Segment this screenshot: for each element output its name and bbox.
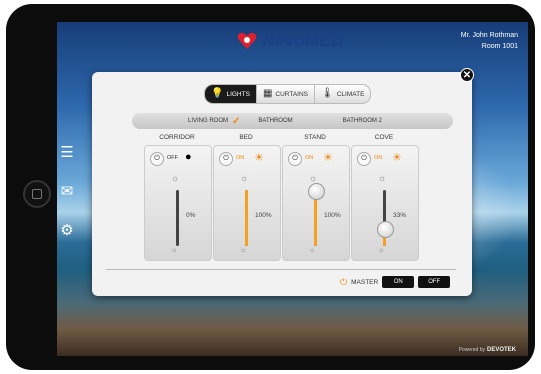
brightness-low-icon: ☼ <box>378 247 385 254</box>
master-control: ⏻ MASTER ON OFF <box>340 276 451 288</box>
power-button[interactable]: ⏻ <box>219 152 233 166</box>
category-tabs: 💡 LIGHTS ▦ CURTAINS 🌡 CLIMATE <box>204 84 372 104</box>
room-label: LIVING ROOM <box>188 118 229 124</box>
thermometer-icon: 🌡 <box>321 88 334 99</box>
powered-by: Powered by DEVOTEK <box>459 347 516 353</box>
power-button[interactable]: ⏻ <box>150 152 164 166</box>
brightness-high-icon: ☼ <box>171 173 180 183</box>
brand-logo: NevoMED <box>236 28 343 54</box>
slider-knob[interactable] <box>377 220 394 238</box>
bulb-on-icon: ☀ <box>392 152 402 164</box>
room-label: BATHROOM 2 <box>342 118 382 124</box>
tab-label: CURTAINS <box>275 90 309 98</box>
patient-name: Mr. John Rothman <box>460 32 518 39</box>
light-label-corridor: CORRIDOR <box>159 134 195 141</box>
dimmer-slider[interactable] <box>245 190 248 246</box>
menu-icon[interactable]: ☰ <box>58 143 76 161</box>
power-button[interactable]: ⏻ <box>357 152 371 166</box>
tablet-frame: ☰ ✉ ⚙ NevoMED Mr. John Rothman Room 1001… <box>0 0 541 374</box>
room-living-room[interactable]: LIVING ROOM ✓ <box>132 116 240 127</box>
room-label: BATHROOM <box>258 118 293 124</box>
dimmer-slider[interactable] <box>176 190 179 246</box>
brightness-high-icon: ☼ <box>378 173 387 183</box>
power-button[interactable]: ⏻ <box>288 152 302 166</box>
light-state: ON <box>236 155 245 161</box>
brightness-high-icon: ☼ <box>309 173 318 183</box>
room-selector: LIVING ROOM ✓ BATHROOM BATHROOM 2 <box>132 113 453 129</box>
light-state: OFF <box>167 155 178 161</box>
tab-lights[interactable]: 💡 LIGHTS <box>205 85 257 103</box>
bulb-icon: 💡 <box>211 88 224 99</box>
mail-icon[interactable]: ✉ <box>58 182 76 200</box>
brand-name: NevoMED <box>262 31 344 50</box>
brightness-high-icon: ☼ <box>240 173 249 183</box>
curtain-icon: ▦ <box>262 88 273 99</box>
dimmer-slider[interactable] <box>377 190 394 246</box>
slider-fill <box>245 190 248 246</box>
brightness-low-icon: ☼ <box>171 247 178 254</box>
powered-by-label: Powered by <box>458 347 485 353</box>
vendor-name: DEVOTEK <box>486 347 516 353</box>
room-bathroom-2[interactable]: BATHROOM 2 <box>293 118 382 124</box>
dimmer-value: 100% <box>324 212 341 219</box>
dimmer-slider[interactable] <box>308 183 325 246</box>
light-label-cove: COVE <box>374 134 394 141</box>
light-state: ON <box>305 155 314 161</box>
room-bathroom[interactable]: BATHROOM <box>240 118 292 124</box>
tab-climate[interactable]: 🌡 CLIMATE <box>315 85 370 103</box>
light-control-cove: ⏻ ON ☀ ☼ 33% ☼ <box>351 145 419 261</box>
light-control-corridor: ⏻ OFF ● ☼ 0% ☼ <box>144 145 212 261</box>
panel-divider <box>106 269 456 270</box>
tab-label: CLIMATE <box>336 90 365 98</box>
lighting-panel: 💡 LIGHTS ▦ CURTAINS 🌡 CLIMATE LIVING ROO… <box>92 72 472 296</box>
brightness-low-icon: ☼ <box>240 247 247 254</box>
heart-logo-icon <box>236 31 258 51</box>
power-icon: ⏻ <box>340 276 348 287</box>
brightness-low-icon: ☼ <box>309 247 316 254</box>
check-icon: ✓ <box>232 115 241 127</box>
tab-label: LIGHTS <box>226 90 250 98</box>
settings-icon[interactable]: ⚙ <box>58 221 76 239</box>
tab-curtains[interactable]: ▦ CURTAINS <box>257 85 316 103</box>
light-label-bed: BED <box>239 134 253 141</box>
bulb-off-icon: ● <box>185 151 192 163</box>
home-button[interactable] <box>23 180 51 208</box>
light-label-stand: STAND <box>304 134 326 141</box>
master-on-button[interactable]: ON <box>382 276 415 288</box>
patient-info: Mr. John Rothman Room 1001 <box>461 30 518 52</box>
dimmer-value: 0% <box>186 212 196 219</box>
bulb-on-icon: ☀ <box>254 152 264 164</box>
master-label: MASTER <box>351 278 379 286</box>
light-control-bed: ⏻ ON ☀ ☼ 100% ☼ <box>213 145 281 261</box>
dimmer-value: 33% <box>393 212 407 219</box>
patient-room: Room 1001 <box>481 43 518 50</box>
bulb-on-icon: ☀ <box>323 152 333 164</box>
close-icon[interactable]: ✕ <box>460 68 474 82</box>
light-state: ON <box>374 155 383 161</box>
master-off-button[interactable]: OFF <box>418 276 451 288</box>
light-control-stand: ⏻ ON ☀ ☼ 100% ☼ <box>282 145 350 261</box>
dimmer-value: 100% <box>255 212 272 219</box>
slider-knob[interactable] <box>308 183 325 200</box>
